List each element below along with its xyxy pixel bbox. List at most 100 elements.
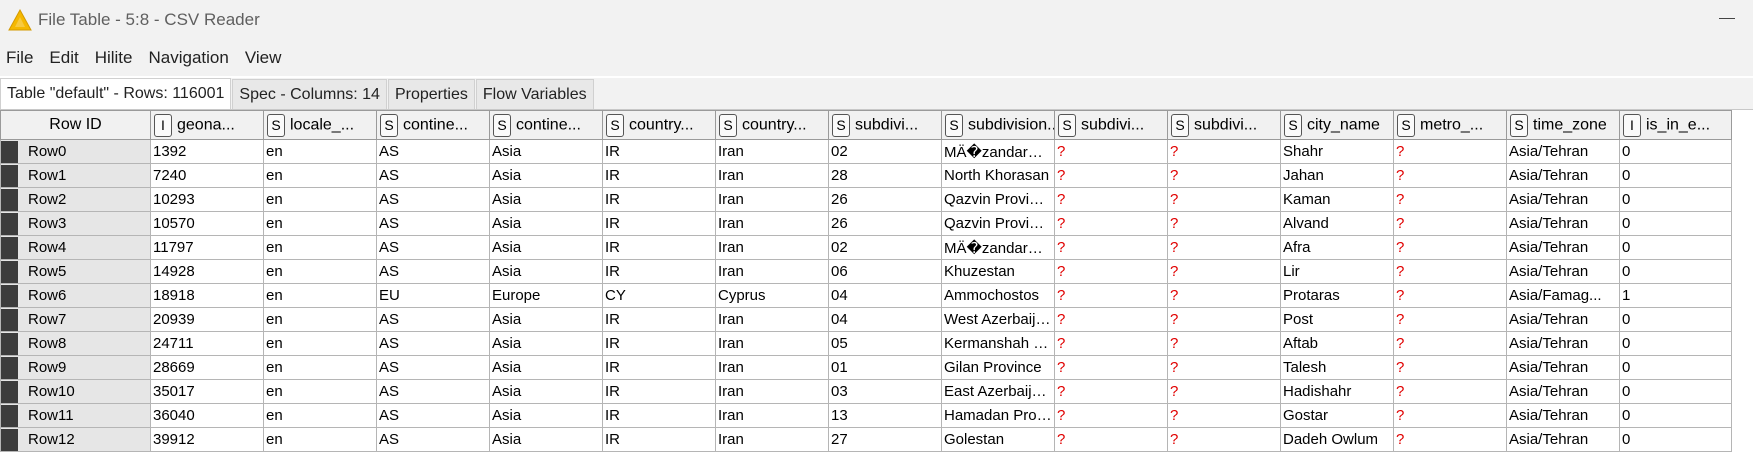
table-cell[interactable]: ?: [1393, 163, 1507, 188]
table-cell[interactable]: CY: [602, 283, 716, 308]
table-cell[interactable]: Qazvin Province: [941, 187, 1055, 212]
table-cell[interactable]: Afra: [1280, 235, 1394, 260]
table-cell[interactable]: ?: [1393, 283, 1507, 308]
table-cell[interactable]: AS: [376, 235, 490, 260]
column-header[interactable]: Ssubdivi...: [1054, 110, 1168, 140]
table-row[interactable]: Row7 20939 en AS Asia IR Iran 04 West Azerbaija.…: [0, 307, 1732, 332]
column-header[interactable]: Ssubdivi...: [1167, 110, 1281, 140]
column-header[interactable]: Iis_in_e...: [1619, 110, 1732, 140]
table-cell[interactable]: ?: [1054, 163, 1168, 188]
tab-properties[interactable]: Properties: [387, 79, 475, 109]
row-id-cell[interactable]: Row2: [0, 187, 151, 212]
table-cell[interactable]: ?: [1054, 283, 1168, 308]
table-cell[interactable]: Asia/Tehran: [1506, 355, 1620, 380]
table-cell[interactable]: ?: [1167, 331, 1281, 356]
table-cell[interactable]: ?: [1054, 259, 1168, 284]
table-cell[interactable]: ?: [1393, 139, 1507, 164]
row-id-cell[interactable]: Row12: [0, 427, 151, 452]
table-cell[interactable]: 26: [828, 187, 942, 212]
table-cell[interactable]: 20939: [150, 307, 264, 332]
table-cell[interactable]: ?: [1167, 283, 1281, 308]
table-cell[interactable]: Asia/Famag...: [1506, 283, 1620, 308]
table-cell[interactable]: AS: [376, 307, 490, 332]
column-header[interactable]: Ssubdivision...: [941, 110, 1055, 140]
table-cell[interactable]: East Azerbaijan...: [941, 379, 1055, 404]
table-cell[interactable]: AS: [376, 379, 490, 404]
table-cell[interactable]: en: [263, 235, 377, 260]
table-cell[interactable]: 03: [828, 379, 942, 404]
table-cell[interactable]: Iran: [715, 163, 829, 188]
table-cell[interactable]: ?: [1393, 235, 1507, 260]
table-cell[interactable]: ?: [1054, 379, 1168, 404]
table-cell[interactable]: Europe: [489, 283, 603, 308]
table-cell[interactable]: Asia/Tehran: [1506, 427, 1620, 452]
table-cell[interactable]: Shahr: [1280, 139, 1394, 164]
table-cell[interactable]: MÄ�zandarÄ�n: [941, 235, 1055, 260]
table-cell[interactable]: Lir: [1280, 259, 1394, 284]
table-cell[interactable]: en: [263, 379, 377, 404]
table-cell[interactable]: Qazvin Province: [941, 211, 1055, 236]
table-cell[interactable]: ?: [1393, 379, 1507, 404]
table-cell[interactable]: ?: [1167, 211, 1281, 236]
table-cell[interactable]: Asia: [489, 163, 603, 188]
table-cell[interactable]: IR: [602, 307, 716, 332]
table-cell[interactable]: ?: [1393, 427, 1507, 452]
table-cell[interactable]: Khuzestan: [941, 259, 1055, 284]
table-cell[interactable]: IR: [602, 403, 716, 428]
table-cell[interactable]: 0: [1619, 331, 1732, 356]
row-id-cell[interactable]: Row3: [0, 211, 151, 236]
table-cell[interactable]: ?: [1054, 187, 1168, 212]
row-id-cell[interactable]: Row10: [0, 379, 151, 404]
table-cell[interactable]: Protaras: [1280, 283, 1394, 308]
table-cell[interactable]: en: [263, 307, 377, 332]
table-cell[interactable]: AS: [376, 163, 490, 188]
table-cell[interactable]: Jahan: [1280, 163, 1394, 188]
table-cell[interactable]: 0: [1619, 211, 1732, 236]
row-id-cell[interactable]: Row1: [0, 163, 151, 188]
table-cell[interactable]: AS: [376, 427, 490, 452]
table-cell[interactable]: ?: [1393, 187, 1507, 212]
row-id-cell[interactable]: Row11: [0, 403, 151, 428]
table-cell[interactable]: IR: [602, 187, 716, 212]
column-header[interactable]: Igeona...: [150, 110, 264, 140]
table-cell[interactable]: ?: [1167, 379, 1281, 404]
table-cell[interactable]: ?: [1393, 259, 1507, 284]
table-cell[interactable]: Asia: [489, 139, 603, 164]
table-cell[interactable]: 36040: [150, 403, 264, 428]
table-cell[interactable]: IR: [602, 331, 716, 356]
column-header[interactable]: Scontine...: [376, 110, 490, 140]
table-cell[interactable]: Asia/Tehran: [1506, 307, 1620, 332]
table-cell[interactable]: 0: [1619, 139, 1732, 164]
table-cell[interactable]: ?: [1167, 259, 1281, 284]
table-cell[interactable]: 39912: [150, 427, 264, 452]
table-cell[interactable]: ?: [1167, 139, 1281, 164]
column-header[interactable]: Slocale_...: [263, 110, 377, 140]
table-cell[interactable]: Iran: [715, 355, 829, 380]
menu-view[interactable]: View: [239, 48, 290, 68]
table-cell[interactable]: ?: [1054, 235, 1168, 260]
table-cell[interactable]: ?: [1167, 307, 1281, 332]
table-cell[interactable]: ?: [1054, 139, 1168, 164]
table-cell[interactable]: 24711: [150, 331, 264, 356]
tab-table-default[interactable]: Table "default" - Rows: 116001: [0, 78, 232, 109]
table-cell[interactable]: ?: [1393, 211, 1507, 236]
table-cell[interactable]: 0: [1619, 187, 1732, 212]
table-cell[interactable]: Post: [1280, 307, 1394, 332]
table-cell[interactable]: Cyprus: [715, 283, 829, 308]
table-cell[interactable]: en: [263, 187, 377, 212]
table-cell[interactable]: 7240: [150, 163, 264, 188]
table-cell[interactable]: ?: [1167, 163, 1281, 188]
table-cell[interactable]: Iran: [715, 235, 829, 260]
table-cell[interactable]: ?: [1054, 427, 1168, 452]
table-cell[interactable]: Asia/Tehran: [1506, 403, 1620, 428]
table-cell[interactable]: Gostar: [1280, 403, 1394, 428]
table-cell[interactable]: Iran: [715, 379, 829, 404]
row-id-cell[interactable]: Row6: [0, 283, 151, 308]
table-cell[interactable]: ?: [1167, 427, 1281, 452]
table-cell[interactable]: 06: [828, 259, 942, 284]
table-cell[interactable]: 02: [828, 139, 942, 164]
row-id-cell[interactable]: Row0: [0, 139, 151, 164]
table-row[interactable]: Row11 36040 en AS Asia IR Iran 13 Hamadan Provi.…: [0, 403, 1732, 428]
table-cell[interactable]: Asia: [489, 235, 603, 260]
table-cell[interactable]: Dadeh Owlum: [1280, 427, 1394, 452]
